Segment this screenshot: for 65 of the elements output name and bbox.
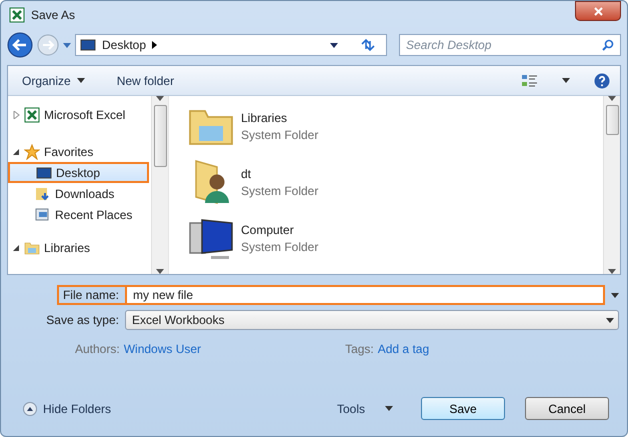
- tools-button[interactable]: Tools: [332, 402, 397, 416]
- expanded-arrow-icon[interactable]: [13, 148, 20, 156]
- caret-icon: [562, 78, 570, 83]
- caret-icon: [76, 78, 85, 83]
- monitor-icon: [80, 37, 96, 53]
- search-icon: [602, 39, 614, 51]
- file-type: System Folder: [241, 184, 318, 198]
- collapse-icon: [23, 402, 37, 416]
- caret-icon: [606, 318, 614, 322]
- close-button[interactable]: [575, 1, 621, 21]
- file-name: Libraries: [241, 110, 288, 124]
- star-icon: [24, 144, 40, 160]
- file-type: System Folder: [241, 240, 318, 254]
- scroll-down-icon: [156, 269, 164, 274]
- address-bar[interactable]: Desktop: [75, 34, 387, 56]
- scrollbar[interactable]: [603, 96, 620, 274]
- spreadsheet-icon: [24, 106, 40, 122]
- nav-item[interactable]: Microsoft Excel: [8, 104, 149, 125]
- dropdown-caret-icon: [611, 292, 619, 298]
- nav-item[interactable]: Recent Places: [8, 204, 149, 225]
- chevron-icon: [152, 41, 158, 49]
- hide-folders-button[interactable]: Hide Folders: [19, 402, 116, 416]
- dropdown-caret-icon: [330, 42, 338, 48]
- back-icon[interactable]: [7, 32, 33, 58]
- history-caret-icon: [63, 42, 71, 48]
- nav-item[interactable]: Desktop: [8, 162, 149, 183]
- location-text: Desktop: [102, 38, 146, 52]
- save-type-label: Save as type:: [45, 313, 120, 327]
- monitor-icon: [36, 164, 52, 180]
- collapsed-arrow-icon[interactable]: [13, 110, 20, 118]
- file-item[interactable]: dt System Folder: [187, 158, 603, 206]
- nav-item[interactable]: Favorites: [8, 141, 149, 162]
- scroll-thumb[interactable]: [606, 105, 618, 135]
- organize-button[interactable]: Organize: [18, 74, 89, 88]
- file-item[interactable]: Computer System Folder: [187, 214, 603, 262]
- save-type-dropdown[interactable]: Excel Workbooks: [125, 310, 619, 330]
- file-name-field[interactable]: my new file: [125, 285, 605, 305]
- caret-icon: [385, 406, 393, 411]
- folder-icon: [24, 240, 40, 256]
- spreadsheet-icon: [9, 7, 25, 23]
- search-field[interactable]: Search Desktop: [399, 34, 621, 56]
- view-options-icon[interactable]: [522, 74, 538, 88]
- nav-item[interactable]: Downloads: [8, 183, 149, 204]
- new-folder-button[interactable]: New folder: [112, 74, 178, 88]
- authors-link[interactable]: Windows User: [124, 342, 202, 356]
- file-name: Computer: [241, 222, 295, 236]
- close-icon: [594, 6, 602, 16]
- refresh-icon[interactable]: [360, 38, 376, 52]
- download-folder-icon: [35, 186, 51, 202]
- file-type: System Folder: [241, 128, 318, 142]
- scroll-down-icon: [608, 269, 616, 274]
- cancel-button[interactable]: Cancel: [525, 397, 609, 420]
- tags-label: Tags:: [345, 342, 374, 356]
- scroll-thumb[interactable]: [154, 105, 166, 167]
- save-button[interactable]: Save: [421, 397, 505, 420]
- recent-places-icon: [35, 206, 51, 222]
- authors-label: Authors:: [75, 342, 120, 356]
- help-icon[interactable]: [594, 72, 610, 88]
- tags-link[interactable]: Add a tag: [378, 342, 430, 356]
- scrollbar[interactable]: [151, 96, 168, 274]
- file-item[interactable]: Libraries System Folder: [187, 102, 603, 150]
- window-title: Save As: [31, 8, 76, 22]
- expanded-arrow-icon[interactable]: [13, 244, 20, 252]
- nav-item[interactable]: Libraries: [8, 237, 149, 258]
- file-name: dt: [241, 166, 252, 180]
